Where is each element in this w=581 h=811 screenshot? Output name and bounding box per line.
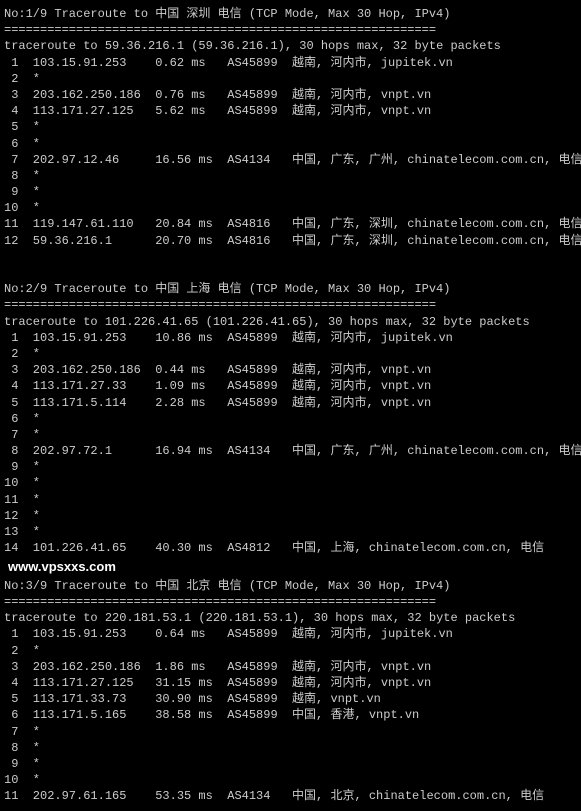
hop-line: 8 * xyxy=(4,740,577,756)
separator: ========================================… xyxy=(4,594,577,610)
hop-line: 10 * xyxy=(4,475,577,491)
hop-line: 4 113.171.27.125 5.62 ms AS45899 越南, 河内市… xyxy=(4,103,577,119)
watermark: www.vpsxxs.com xyxy=(4,556,577,578)
hop-line: 6 113.171.5.165 38.58 ms AS45899 中国, 香港,… xyxy=(4,707,577,723)
separator: ========================================… xyxy=(4,22,577,38)
hop-line: 7 * xyxy=(4,724,577,740)
hop-line: 5 113.171.33.73 30.90 ms AS45899 越南, vnp… xyxy=(4,691,577,707)
blank-line xyxy=(4,265,577,281)
hop-line: 9 * xyxy=(4,756,577,772)
hop-line: 14 101.226.41.65 40.30 ms AS4812 中国, 上海,… xyxy=(4,540,577,556)
traceroute-title: No:1/9 Traceroute to 中国 深圳 电信 (TCP Mode,… xyxy=(4,6,577,22)
traceroute-header: traceroute to 101.226.41.65 (101.226.41.… xyxy=(4,314,577,330)
blank-line xyxy=(4,249,577,265)
hop-line: 1 103.15.91.253 0.64 ms AS45899 越南, 河内市,… xyxy=(4,626,577,642)
hop-line: 4 113.171.27.33 1.09 ms AS45899 越南, 河内市,… xyxy=(4,378,577,394)
hop-line: 3 203.162.250.186 1.86 ms AS45899 越南, 河内… xyxy=(4,659,577,675)
hop-line: 8 * xyxy=(4,168,577,184)
separator: ========================================… xyxy=(4,297,577,313)
hop-line: 3 203.162.250.186 0.76 ms AS45899 越南, 河内… xyxy=(4,87,577,103)
hop-line: 10 * xyxy=(4,200,577,216)
hop-line: 8 202.97.72.1 16.94 ms AS4134 中国, 广东, 广州… xyxy=(4,443,577,459)
hop-line: 6 * xyxy=(4,411,577,427)
hop-line: 9 * xyxy=(4,184,577,200)
hop-line: 1 103.15.91.253 10.86 ms AS45899 越南, 河内市… xyxy=(4,330,577,346)
terminal-output: No:1/9 Traceroute to 中国 深圳 电信 (TCP Mode,… xyxy=(0,0,581,811)
hop-line: 2 * xyxy=(4,643,577,659)
hop-line: 10 * xyxy=(4,772,577,788)
hop-line: 1 103.15.91.253 0.62 ms AS45899 越南, 河内市,… xyxy=(4,55,577,71)
traceroute-title: No:3/9 Traceroute to 中国 北京 电信 (TCP Mode,… xyxy=(4,578,577,594)
hop-line: 3 203.162.250.186 0.44 ms AS45899 越南, 河内… xyxy=(4,362,577,378)
hop-line: 11 202.97.61.165 53.35 ms AS4134 中国, 北京,… xyxy=(4,788,577,804)
hop-line: 13 * xyxy=(4,524,577,540)
hop-line: 4 113.171.27.125 31.15 ms AS45899 越南, 河内… xyxy=(4,675,577,691)
traceroute-header: traceroute to 220.181.53.1 (220.181.53.1… xyxy=(4,610,577,626)
traceroute-title: No:2/9 Traceroute to 中国 上海 电信 (TCP Mode,… xyxy=(4,281,577,297)
hop-line: 5 * xyxy=(4,119,577,135)
traceroute-header: traceroute to 59.36.216.1 (59.36.216.1),… xyxy=(4,38,577,54)
hop-line: 11 119.147.61.110 20.84 ms AS4816 中国, 广东… xyxy=(4,216,577,232)
hop-line: 12 * xyxy=(4,508,577,524)
hop-line: 5 113.171.5.114 2.28 ms AS45899 越南, 河内市,… xyxy=(4,395,577,411)
hop-line: 12 59.36.216.1 20.70 ms AS4816 中国, 广东, 深… xyxy=(4,233,577,249)
hop-line: 2 * xyxy=(4,71,577,87)
hop-line: 9 * xyxy=(4,459,577,475)
hop-line: 6 * xyxy=(4,136,577,152)
hop-line: 2 * xyxy=(4,346,577,362)
hop-line: 7 * xyxy=(4,427,577,443)
hop-line: 7 202.97.12.46 16.56 ms AS4134 中国, 广东, 广… xyxy=(4,152,577,168)
hop-line: 11 * xyxy=(4,492,577,508)
